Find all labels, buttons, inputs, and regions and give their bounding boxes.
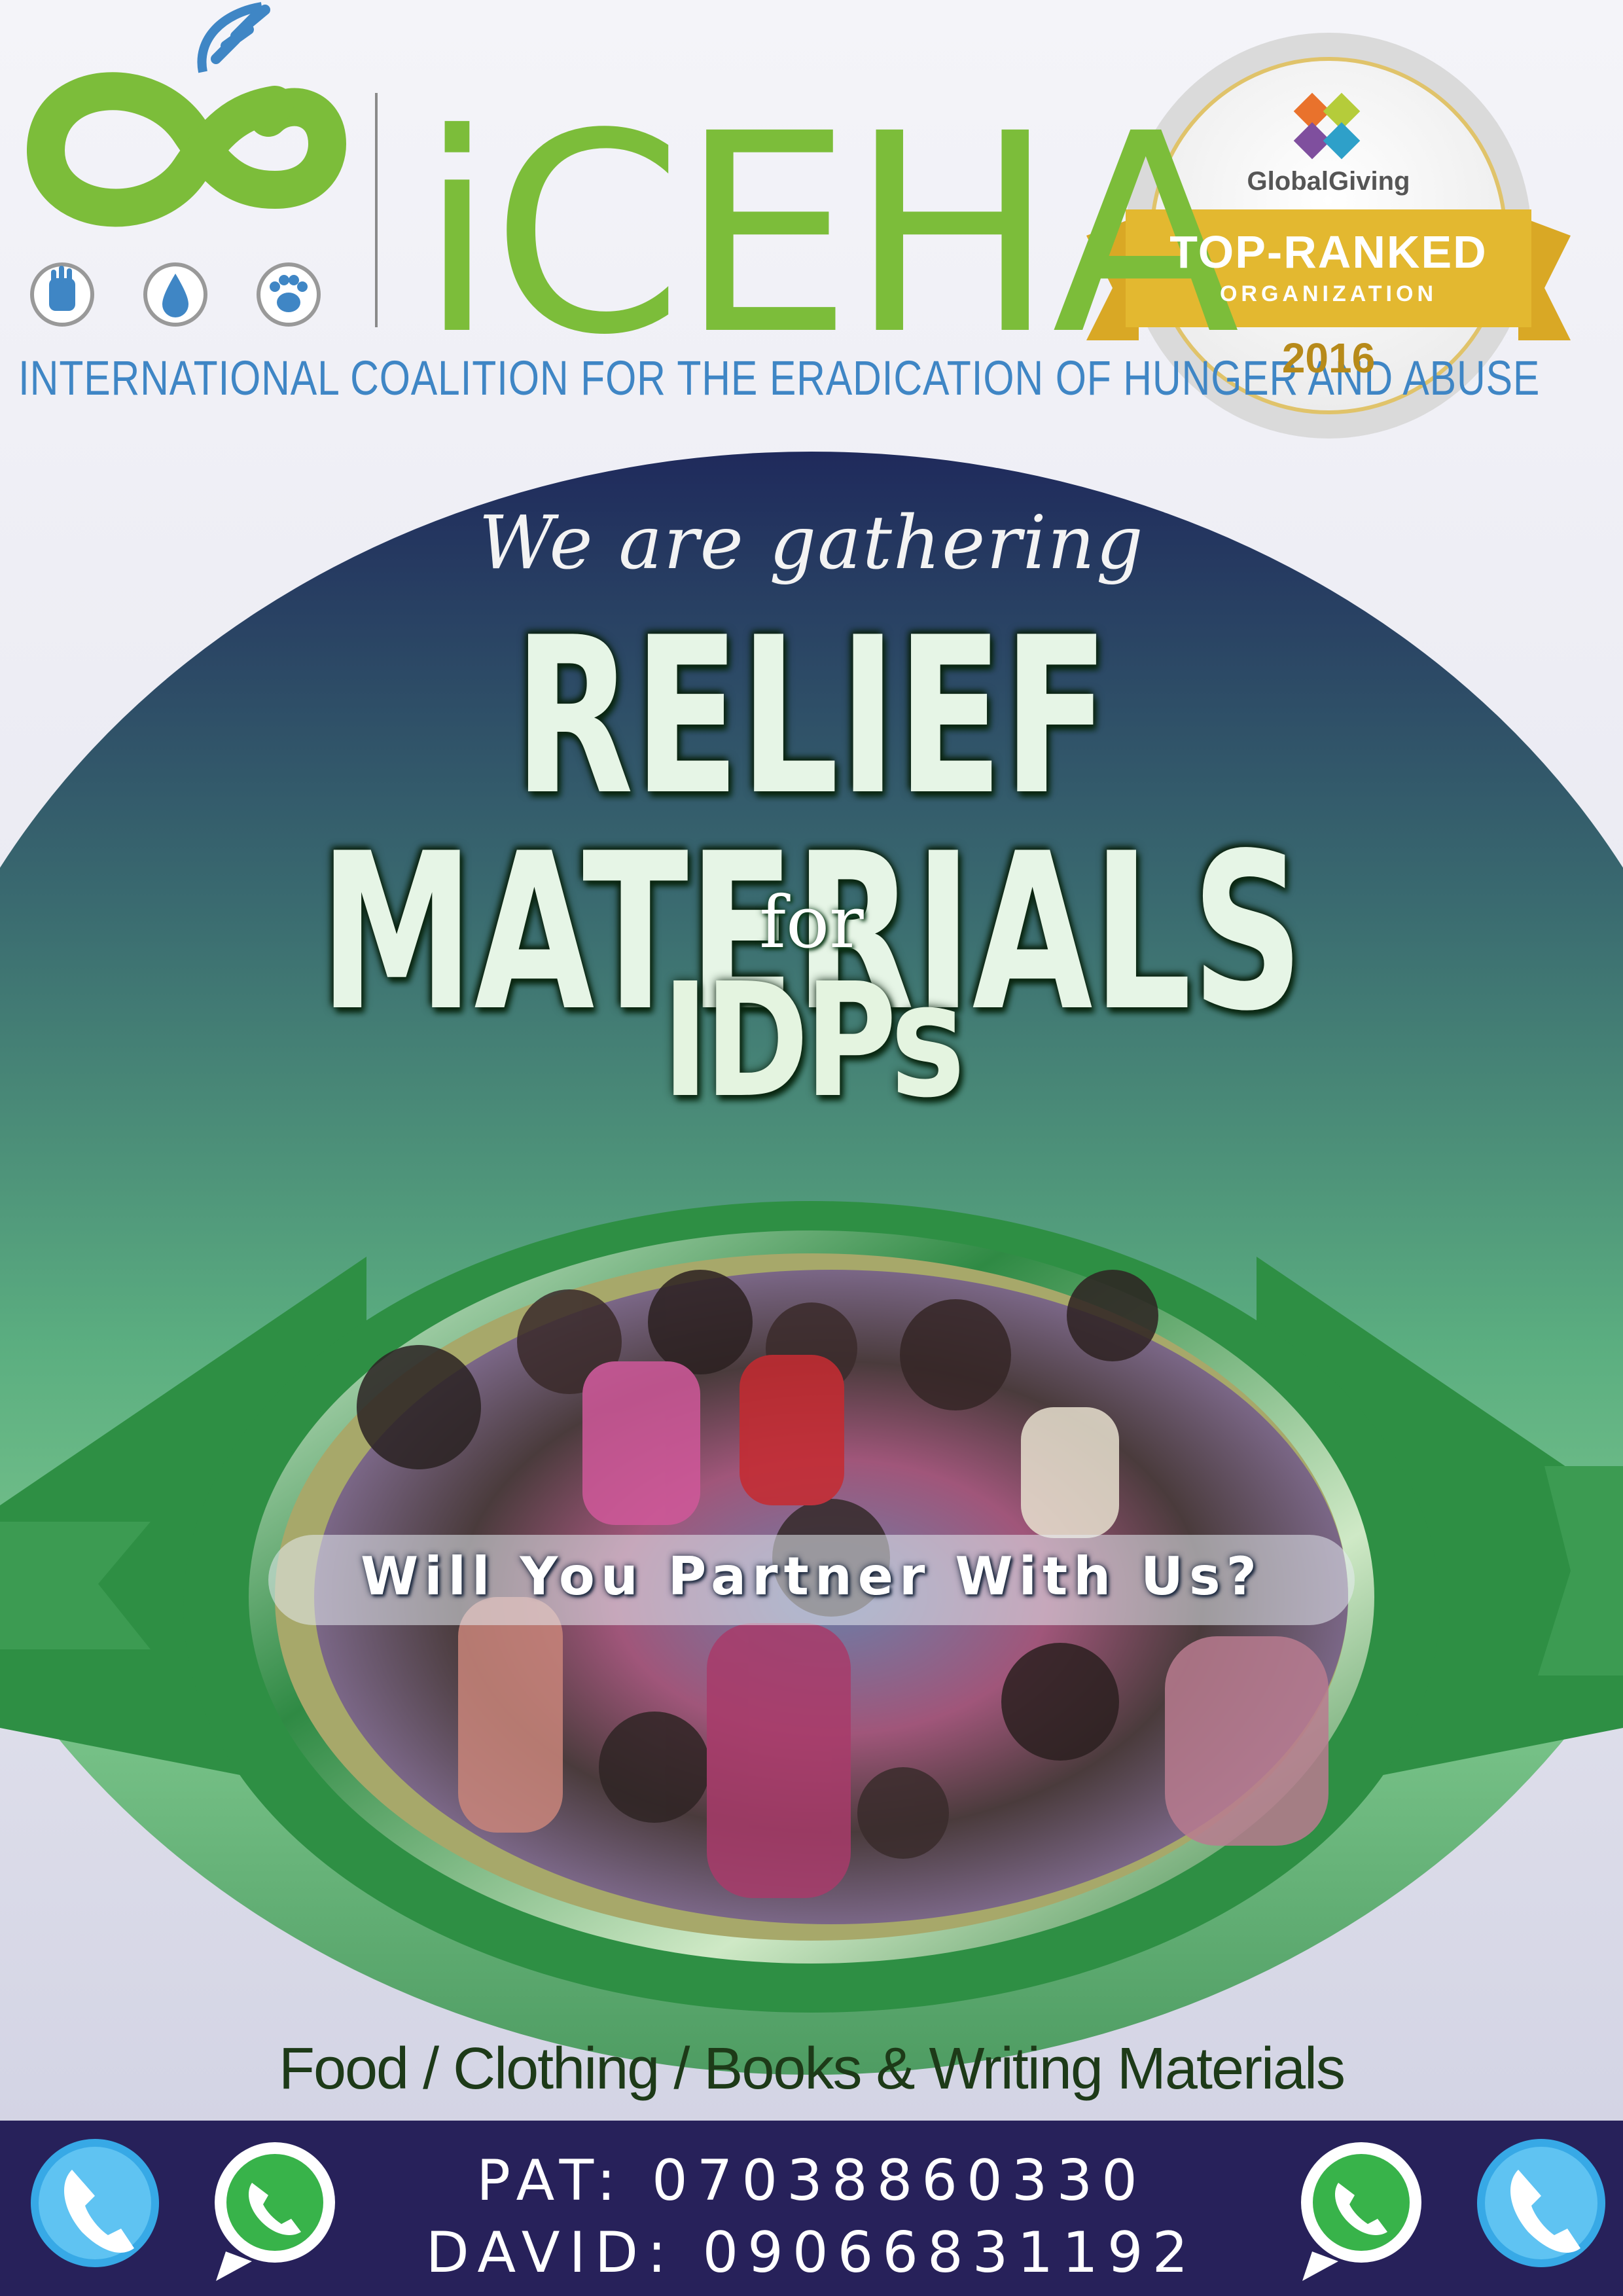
whatsapp-icon-right[interactable] bbox=[1301, 2142, 1421, 2281]
badge-subtitle: ORGANIZATION bbox=[1219, 281, 1437, 306]
items-needed: Food / Clothing / Books & Writing Materi… bbox=[278, 2036, 1346, 2102]
phone-icon[interactable] bbox=[31, 2139, 159, 2267]
headline-intro: We are gathering bbox=[478, 501, 1145, 586]
badge-title: TOP-RANKED bbox=[1169, 226, 1488, 278]
badge-brand: GlobalGiving bbox=[1247, 167, 1410, 196]
badge-year: 2016 bbox=[1281, 334, 1376, 382]
phone-icon-right[interactable] bbox=[1477, 2139, 1605, 2267]
whatsapp-icon[interactable] bbox=[215, 2142, 335, 2281]
footer-icons bbox=[31, 2139, 1605, 2281]
cta-text: Will You Partner With Us? bbox=[360, 1546, 1263, 1607]
hand-icon bbox=[49, 266, 75, 311]
headline-target: IDPs bbox=[662, 949, 965, 1132]
logo-divider bbox=[375, 93, 378, 327]
iceha-logo-mark bbox=[27, 2, 347, 227]
org-tagline: INTERNATIONAL COALITION FOR THE ERADICAT… bbox=[18, 351, 1541, 405]
